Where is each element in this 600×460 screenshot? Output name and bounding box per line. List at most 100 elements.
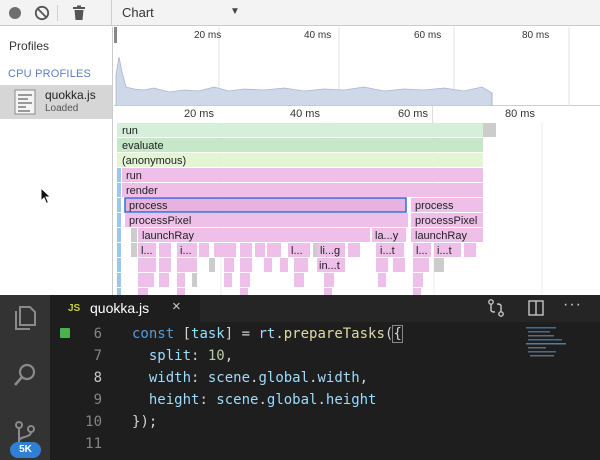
compare-changes-icon[interactable] [486,298,506,318]
search-icon[interactable] [11,361,39,389]
flame-frame[interactable]: evaluate [117,138,483,152]
view-select[interactable]: Chart [122,5,154,20]
line-number: 7 [93,348,102,364]
flame-frame-label: launchRay [415,230,467,242]
flame-frame[interactable]: processPixel [125,213,408,227]
overview-tick-label: 60 ms [414,30,442,41]
activity-bar: 5K [0,295,50,460]
devtools-panel: Chart ▼ Profiles CPU PROFILES quokka.js … [0,0,600,295]
flame-frame-label: la...y [375,230,399,242]
clear-icon[interactable] [33,4,51,22]
profiles-sidebar: Profiles CPU PROFILES quokka.js Loaded [0,27,113,295]
flame-frame[interactable]: i...t [376,243,404,257]
code-line[interactable]: 9 height: scene.global.height [50,389,520,411]
flame-frame[interactable]: i... [177,243,197,257]
flame-frame-label: processPixel [415,215,477,227]
tab-quokka-js[interactable]: JS quokka.js × [50,295,200,322]
more-actions-icon[interactable]: ··· [563,296,583,316]
flame-frame-selected[interactable]: process [124,197,407,213]
flame-frame-label: l... [416,245,428,257]
line-number: 9 [93,392,102,408]
code-line[interactable]: 7 split: 10, [50,345,520,367]
code-token: prepareTasks [283,326,385,342]
code-line[interactable]: 8 width: scene.global.width, [50,367,520,389]
flame-frame[interactable]: l... [288,243,310,257]
flame-frame-label: processPixel [129,215,191,227]
flame-frame[interactable]: l... [413,243,431,257]
flame-frame[interactable] [483,123,496,137]
javascript-file-icon: JS [68,303,81,314]
flame-frame-label: evaluate [122,140,164,152]
flame-tick-label: 20 ms [184,108,214,120]
flame-frame[interactable]: li...g [317,243,345,257]
line-number: 6 [93,326,102,342]
code-token: { [392,325,403,343]
flame-frame-label: (anonymous) [122,155,186,167]
flame-tick-label: 80 ms [505,108,535,120]
code-token: rt [258,326,276,342]
code-token: ); [140,414,158,430]
cpu-profiles-section-label: CPU PROFILES [8,68,92,80]
code-line[interactable]: 11 [50,433,520,455]
code-token: . [275,326,284,342]
flame-frame-label: run [126,170,142,182]
code-token: scene [207,370,251,386]
profile-file-icon [14,89,38,115]
code-token: 10 [207,348,225,364]
code-line[interactable]: 6 const [task] = rt.prepareTasks({ [50,323,520,345]
code-token: const [132,326,183,342]
flame-chart[interactable]: run evaluate (anonymous) run render proc… [114,122,600,295]
flame-frame-label: i... [180,245,192,257]
flame-frame[interactable]: (anonymous) [117,153,483,167]
code-token: split [132,348,192,364]
flame-frame[interactable]: render [122,183,483,197]
code-token: width [317,370,360,386]
flame-time-ruler: 20 ms 40 ms 60 ms 80 ms [114,106,600,123]
trash-icon[interactable] [70,4,88,22]
record-icon[interactable] [6,4,24,22]
flame-frame-label: i...t [380,245,395,257]
split-editor-icon[interactable] [526,298,546,318]
profile-item[interactable]: quokka.js Loaded [0,85,112,119]
minimap[interactable] [520,323,600,460]
overview-tick-label: 20 ms [194,30,222,41]
code-line[interactable]: 10}); [50,411,520,433]
flame-frame[interactable]: processPixel [411,213,483,227]
code-token: : [191,370,208,386]
flame-frame[interactable]: in...t [317,258,345,272]
flame-frame-label: l... [141,245,153,257]
flame-frame[interactable]: la...y [372,228,406,242]
flame-frame-label: li...g [320,245,340,257]
flame-frame[interactable]: run [122,168,483,182]
flame-frame[interactable]: i...t [434,243,461,257]
files-icon[interactable] [11,303,39,331]
overview-selection-handle[interactable] [114,27,117,43]
profiler-toolbar: Chart ▼ [0,0,600,26]
flame-frame[interactable]: launchRay [138,228,370,242]
flame-frame[interactable]: run [117,123,483,137]
code-token: [ [182,326,192,342]
code-text: width: scene.global.width, [132,367,368,389]
chevron-down-icon[interactable]: ▼ [230,6,240,17]
profile-status: Loaded [45,103,79,114]
code-token: , [224,348,234,364]
flame-frame[interactable]: l... [138,243,156,257]
cpu-overview[interactable]: 20 ms 40 ms 60 ms 80 ms [114,27,600,106]
source-control-badge: 5K [10,442,41,458]
flame-frame[interactable]: launchRay [411,228,483,242]
code-area[interactable]: 6 const [task] = rt.prepareTasks({7 split… [50,323,520,460]
code-token: ] = [224,326,259,342]
code-token: height [132,392,200,408]
line-number: 10 [85,414,102,430]
profile-name: quokka.js [45,88,96,102]
overview-tick-label: 40 ms [304,30,332,41]
close-icon[interactable]: × [172,298,181,315]
code-token: global [258,370,310,386]
mouse-pointer-icon [40,186,52,205]
flame-frame-label: process [415,200,454,212]
flame-frame-label: process [129,200,168,212]
flame-frame-label: l... [291,245,303,257]
flame-frame[interactable]: process [411,198,483,212]
code-text: split: 10, [132,345,233,367]
line-number: 11 [85,436,102,452]
